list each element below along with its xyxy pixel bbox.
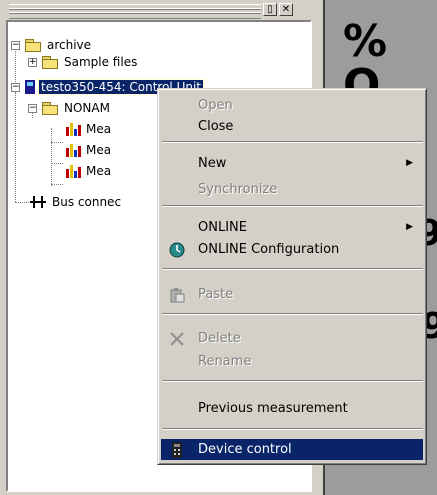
tree-line — [51, 184, 63, 185]
delete-icon — [169, 331, 185, 346]
menu-item-previous-measurement[interactable]: Previous measurement — [161, 398, 423, 419]
tree-line — [51, 163, 63, 164]
menu-item-online-configuration[interactable]: ONLINE Configuration — [161, 239, 423, 260]
collapse-toggle[interactable]: − — [11, 41, 20, 50]
menu-item-label: Paste — [198, 287, 234, 302]
menu-separator — [162, 380, 423, 382]
menu-item-synchronize[interactable]: Synchronize — [161, 179, 423, 200]
collapse-toggle[interactable]: − — [11, 83, 20, 92]
menu-item-label: Delete — [198, 331, 241, 346]
device-control-icon — [169, 442, 185, 458]
device-icon — [25, 80, 35, 94]
measurement-icon — [65, 143, 81, 157]
tree-node-measurement[interactable]: Mea — [65, 142, 113, 158]
tree-node-label: Mea — [86, 164, 112, 178]
menu-item-label: Synchronize — [198, 182, 278, 197]
tree-node-label: Bus connec — [52, 195, 122, 209]
paste-icon — [169, 287, 185, 303]
tree-node-label: archive — [47, 38, 92, 52]
device-folder-icon — [42, 102, 58, 115]
tree-node-bus-connection[interactable]: Bus connec — [30, 194, 123, 210]
menu-item-delete[interactable]: Delete — [161, 328, 423, 349]
pane-grip[interactable] — [9, 4, 261, 19]
menu-item-label: Open — [198, 98, 233, 113]
menu-item-online[interactable]: ONLINE ▶ — [161, 217, 423, 238]
submenu-arrow-icon: ▶ — [406, 158, 413, 168]
menu-separator — [162, 205, 423, 207]
tree-node-measurement[interactable]: Mea — [65, 121, 113, 137]
menu-item-open[interactable]: Open — [161, 95, 423, 116]
menu-item-paste[interactable]: Paste — [161, 284, 423, 305]
tree-line — [15, 202, 29, 203]
measurement-icon — [65, 164, 81, 178]
tree-node-sample-files[interactable]: Sample files — [42, 54, 139, 70]
menu-item-label: New — [198, 156, 227, 171]
restore-button[interactable]: ▯ — [263, 3, 277, 16]
menu-item-new[interactable]: New ▶ — [161, 153, 423, 174]
menu-item-close[interactable]: Close — [161, 116, 423, 137]
folder-icon — [42, 56, 58, 69]
collapse-toggle[interactable]: − — [28, 104, 37, 113]
menu-separator — [162, 141, 423, 143]
tree-node-label: Mea — [86, 122, 112, 136]
folder-icon — [25, 39, 41, 52]
pane-header: ▯ ✕ — [5, 2, 309, 19]
menu-item-label: Device control — [198, 442, 292, 457]
expand-toggle[interactable]: + — [28, 58, 37, 67]
menu-item-label: ONLINE Configuration — [198, 242, 340, 257]
menu-item-label: Close — [198, 119, 234, 134]
tree-node-label: NONAM — [64, 101, 110, 115]
menu-separator — [162, 428, 423, 430]
tree-node-nonam[interactable]: NONAM — [42, 100, 112, 116]
tree-node-measurement[interactable]: Mea — [65, 163, 113, 179]
tree-node-label: Sample files — [64, 55, 138, 69]
menu-separator — [162, 268, 423, 270]
menu-item-rename[interactable]: Rename — [161, 351, 423, 372]
clock-icon — [169, 242, 185, 258]
menu-item-label: Previous measurement — [198, 401, 348, 416]
tree-node-archive[interactable]: archive — [25, 37, 93, 53]
bus-icon — [30, 196, 46, 208]
tree-line — [51, 128, 52, 186]
menu-item-label: Rename — [198, 354, 252, 369]
context-menu: Open Close New ▶ Synchronize ONLINE ▶ ON… — [157, 88, 427, 465]
tree-line — [15, 92, 16, 202]
menu-item-label: ONLINE — [198, 220, 247, 235]
tree-line — [51, 142, 63, 143]
close-pane-button[interactable]: ✕ — [279, 3, 293, 16]
menu-item-device-control[interactable]: Device control — [161, 439, 423, 460]
measurement-icon — [65, 122, 81, 136]
tree-node-label: Mea — [86, 143, 112, 157]
menu-separator — [162, 313, 423, 315]
submenu-arrow-icon: ▶ — [406, 222, 413, 232]
